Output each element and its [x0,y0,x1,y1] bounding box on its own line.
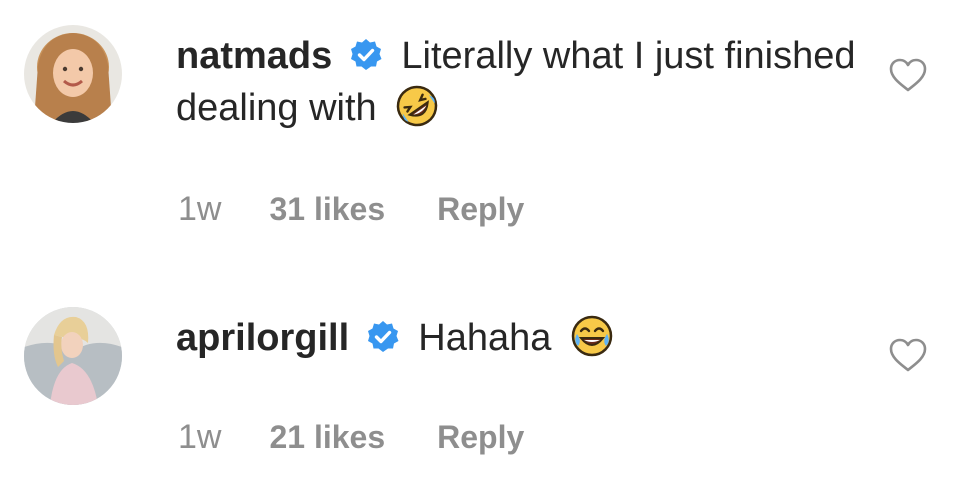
heart-outline-icon[interactable] [888,337,928,373]
comment-timestamp: 1w [178,190,222,228]
comment-timestamp: 1w [178,418,222,456]
comment-item: natmads Literally what I just finished d… [0,0,980,250]
avatar-image [24,307,122,405]
comment-meta: 1w 21 likes Reply [178,418,524,457]
heart-outline-icon[interactable] [888,57,928,93]
reply-button[interactable]: Reply [437,191,524,228]
avatar[interactable] [24,307,122,405]
comment-body: aprilorgill Hahaha [176,312,866,364]
likes-count[interactable]: 31 likes [269,191,385,228]
comment-text: Hahaha [418,317,552,359]
username[interactable]: natmads [176,35,332,77]
username[interactable]: aprilorgill [176,317,349,359]
avatar-image [24,25,122,123]
comment-item: aprilorgill Hahaha 1w 21 likes Reply [0,280,980,500]
face-with-tears-of-joy-emoji [570,314,614,358]
rolling-on-floor-laughing-emoji [395,84,439,128]
likes-count[interactable]: 21 likes [269,419,385,456]
reply-button[interactable]: Reply [437,419,524,456]
verified-badge-icon [349,38,383,72]
comment-meta: 1w 31 likes Reply [178,190,524,229]
verified-badge-icon [366,320,400,354]
comment-body: natmads Literally what I just finished d… [176,30,866,134]
avatar[interactable] [24,25,122,123]
